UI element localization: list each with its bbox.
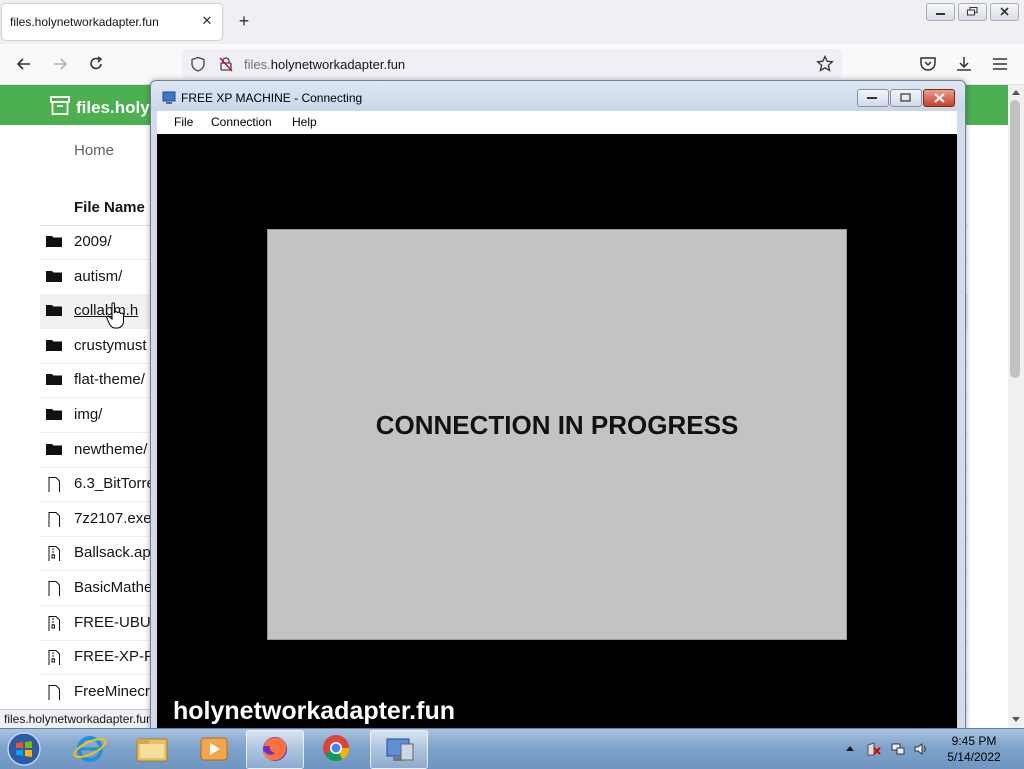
minimize-button[interactable] — [926, 3, 955, 21]
restore-button[interactable] — [958, 3, 987, 21]
connection-panel: CONNECTION IN PROGRESS — [267, 229, 847, 640]
remote-desktop-icon — [162, 91, 176, 104]
folder-icon — [46, 269, 62, 283]
shield-icon[interactable] — [190, 56, 206, 72]
clock[interactable]: 9:45 PM 5/14/2022 — [936, 733, 1012, 765]
file-explorer-icon[interactable] — [124, 730, 180, 767]
watermark-text: holynetworkadapter.fun — [173, 697, 455, 725]
site-title[interactable]: files.holyr — [76, 98, 156, 118]
tab-strip: files.holynetworkadapter.fun ✕ + — [0, 0, 1024, 44]
remote-screen[interactable]: CONNECTION IN PROGRESS holynetworkadapte… — [157, 134, 957, 731]
menu-icon[interactable] — [990, 54, 1010, 74]
file-name-link[interactable]: BasicMathe — [74, 579, 152, 596]
chrome-icon[interactable] — [308, 730, 364, 767]
folder-icon — [46, 338, 62, 352]
menu-bar: File Connection Help — [157, 111, 957, 134]
pocket-icon[interactable] — [918, 54, 938, 74]
file-name-link[interactable]: Ballsack.ap — [74, 544, 151, 561]
xp-maximize-button[interactable] — [890, 89, 922, 107]
file-name-link[interactable]: newtheme/ — [74, 441, 147, 458]
url-bar[interactable]: files.holynetworkadapter.fun — [182, 49, 842, 79]
archive-icon — [46, 649, 62, 667]
file-name-link[interactable]: flat-theme/ — [74, 371, 145, 388]
clock-date: 5/14/2022 — [947, 750, 1001, 764]
scroll-up-icon[interactable] — [1012, 89, 1020, 95]
browser-tab[interactable]: files.holynetworkadapter.fun ✕ — [2, 4, 222, 40]
home-link[interactable]: Home — [74, 142, 114, 159]
volume-icon[interactable] — [914, 742, 928, 756]
reload-icon[interactable] — [86, 54, 106, 74]
show-hidden-icons-icon[interactable] — [846, 745, 854, 751]
downloads-icon[interactable] — [954, 54, 974, 74]
connection-status: CONNECTION IN PROGRESS — [375, 410, 739, 440]
xp-minimize-button[interactable] — [857, 89, 889, 107]
navigation-bar: files.holynetworkadapter.fun — [0, 44, 1024, 85]
menu-connection[interactable]: Connection — [211, 115, 272, 129]
window-title-bar[interactable]: FREE XP MACHINE - Connecting — [151, 81, 965, 111]
window-title: FREE XP MACHINE - Connecting — [181, 91, 363, 105]
action-center-icon[interactable] — [867, 742, 881, 756]
clock-time: 9:45 PM — [951, 734, 997, 748]
xp-close-button[interactable] — [923, 89, 955, 107]
file-icon — [46, 511, 62, 528]
archive-box-icon — [50, 96, 70, 115]
file-name-link[interactable]: autism/ — [74, 268, 122, 285]
internet-explorer-icon[interactable] — [62, 730, 118, 767]
url-prefix: files. — [244, 57, 271, 72]
url-text[interactable]: files.holynetworkadapter.fun — [244, 57, 405, 72]
folder-icon — [46, 234, 62, 248]
file-name-link[interactable]: img/ — [74, 406, 102, 423]
url-domain: holynetworkadapter.fun — [270, 57, 406, 72]
file-name-link[interactable]: 6.3_BitTorre — [74, 475, 155, 492]
folder-icon — [46, 407, 62, 421]
scroll-down-icon[interactable] — [1012, 717, 1020, 723]
forward-icon[interactable] — [50, 54, 70, 74]
remote-desktop-taskbar-icon[interactable] — [370, 730, 428, 769]
start-button-icon[interactable] — [4, 731, 44, 767]
network-icon[interactable] — [891, 742, 905, 756]
archive-icon — [46, 545, 62, 563]
bookmark-star-icon[interactable] — [816, 55, 834, 73]
tab-close-icon[interactable]: ✕ — [198, 12, 216, 30]
scrollbar-thumb[interactable] — [1010, 100, 1020, 378]
file-name-link[interactable]: 2009/ — [74, 233, 112, 250]
file-name-link[interactable]: FREE-UBUN — [74, 614, 162, 631]
insecure-lock-icon[interactable] — [218, 56, 234, 72]
file-name-link[interactable]: FreeMinecr — [74, 683, 150, 700]
new-tab-icon[interactable]: + — [234, 11, 254, 31]
file-icon — [46, 684, 62, 701]
menu-help[interactable]: Help — [292, 115, 317, 129]
file-name-link[interactable]: 7z2107.exe — [74, 510, 152, 527]
folder-icon — [46, 303, 62, 317]
folder-icon — [46, 442, 62, 456]
file-name-column-header[interactable]: File Name — [74, 199, 145, 216]
media-player-icon[interactable] — [186, 730, 242, 767]
back-icon[interactable] — [14, 54, 34, 74]
close-window-button[interactable] — [990, 3, 1019, 21]
hand-cursor-icon — [106, 302, 124, 329]
archive-icon — [46, 615, 62, 632]
menu-file[interactable]: File — [174, 115, 193, 129]
tab-title: files.holynetworkadapter.fun — [10, 15, 159, 29]
file-name-link[interactable]: crustymust — [74, 337, 147, 354]
remote-desktop-window: FREE XP MACHINE - Connecting File Connec… — [150, 80, 966, 732]
file-icon — [46, 580, 62, 597]
file-icon — [46, 476, 62, 494]
status-bar: files.holynetworkadapter.fun — [0, 709, 158, 729]
firefox-icon[interactable] — [246, 730, 304, 769]
folder-icon — [46, 372, 62, 386]
